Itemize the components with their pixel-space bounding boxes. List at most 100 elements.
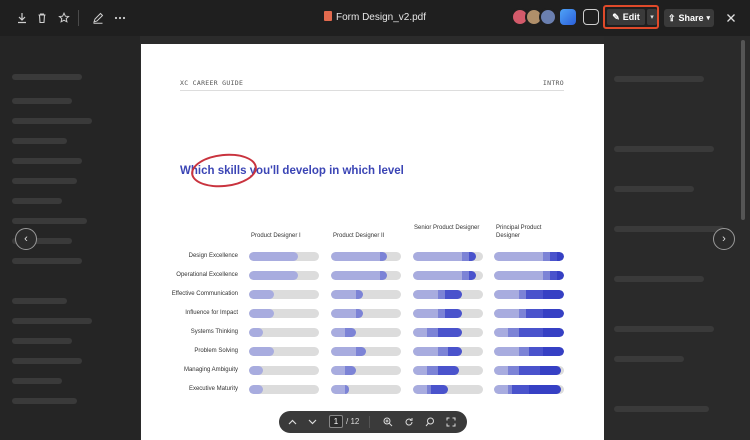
previous-page-button[interactable]: ‹: [15, 228, 37, 250]
scrollbar[interactable]: [741, 40, 745, 220]
skill-level-bar: [494, 290, 564, 299]
skill-label: Design Excellence: [188, 253, 238, 259]
level-segment: [249, 290, 274, 299]
favorite-icon[interactable]: [54, 8, 74, 28]
skill-level-bar: [249, 328, 319, 337]
close-icon[interactable]: [721, 8, 741, 28]
skill-level-bar: [249, 271, 319, 280]
level-segment: [413, 271, 462, 280]
skill-level-bar: [413, 347, 483, 356]
fullscreen-icon[interactable]: [444, 415, 458, 429]
level-segment: [543, 290, 564, 299]
level-segment: [462, 271, 469, 280]
level-segment: [543, 271, 550, 280]
skill-label: Influence for Impact: [185, 310, 238, 316]
annotate-icon[interactable]: [88, 8, 108, 28]
level-segment: [331, 309, 356, 318]
delete-icon[interactable]: [32, 8, 52, 28]
level-segment: [427, 366, 438, 375]
page-number-input[interactable]: 1: [329, 415, 343, 428]
skill-level-bar: [331, 347, 401, 356]
level-segment: [550, 252, 557, 261]
level-segment: [331, 366, 345, 375]
share-icon: ⇪: [667, 12, 676, 23]
pencil-icon: ✎: [612, 11, 620, 22]
skill-level-bar: [413, 271, 483, 280]
chevron-up-icon[interactable]: [285, 415, 299, 429]
level-segment: [427, 328, 438, 337]
skill-level-bar: [249, 252, 319, 261]
level-segment: [413, 252, 462, 261]
level-segment: [380, 252, 387, 261]
download-icon[interactable]: [12, 8, 32, 28]
skill-level-bar: [494, 385, 564, 394]
level-segment: [494, 271, 543, 280]
level-segment: [345, 328, 356, 337]
level-segment: [462, 252, 469, 261]
edit-button[interactable]: ✎ Edit: [607, 9, 645, 25]
skill-label: Systems Thinking: [190, 329, 238, 335]
annotation-circle: [189, 150, 259, 191]
level-segment: [543, 252, 550, 261]
copilot-icon[interactable]: [560, 9, 576, 25]
level-segment: [526, 309, 543, 318]
level-segment: [529, 347, 543, 356]
level-segment: [445, 309, 462, 318]
level-segment: [494, 252, 543, 261]
chevron-down-icon[interactable]: [305, 415, 319, 429]
pager-divider: [369, 416, 370, 428]
zoom-in-icon[interactable]: [381, 415, 395, 429]
level-segment: [508, 328, 519, 337]
level-segment: [519, 328, 543, 337]
share-button[interactable]: ⇪ Share ▾: [664, 9, 714, 27]
level-segment: [438, 290, 445, 299]
skill-level-bar: [413, 385, 483, 394]
level-segment: [438, 366, 459, 375]
toolbar-divider: [78, 10, 79, 26]
level-segment: [249, 385, 263, 394]
search-icon[interactable]: [423, 415, 437, 429]
level-segment: [529, 385, 561, 394]
skill-level-bar: [494, 271, 564, 280]
level-segment: [494, 328, 508, 337]
level-segment: [519, 290, 526, 299]
level-segment: [413, 366, 427, 375]
skill-level-bar: [331, 385, 401, 394]
column-header: Principal Product Designer: [496, 225, 542, 239]
level-segment: [445, 290, 462, 299]
level-segment: [413, 385, 427, 394]
column-header: Product Designer I: [251, 233, 301, 239]
level-segment: [249, 252, 298, 261]
skill-level-bar: [494, 347, 564, 356]
skill-level-bar: [413, 366, 483, 375]
file-name-text: Form Design_v2.pdf: [335, 12, 427, 23]
level-segment: [519, 347, 529, 356]
level-segment: [356, 309, 363, 318]
skill-label: Effective Communication: [171, 291, 238, 297]
rotate-icon[interactable]: [402, 415, 416, 429]
edit-options-button[interactable]: ▾: [647, 9, 657, 25]
header-right-text: INTRO: [542, 79, 564, 87]
level-segment: [331, 347, 356, 356]
level-segment: [345, 366, 356, 375]
level-segment: [249, 309, 274, 318]
level-segment: [494, 385, 508, 394]
level-segment: [431, 385, 448, 394]
next-page-button[interactable]: ›: [713, 228, 735, 250]
level-segment: [331, 252, 380, 261]
more-icon[interactable]: [110, 8, 130, 28]
level-segment: [249, 271, 298, 280]
collaborator-avatars[interactable]: [511, 8, 557, 28]
skill-level-bar: [249, 366, 319, 375]
skill-level-bar: [249, 347, 319, 356]
level-segment: [494, 347, 519, 356]
edit-highlight: ✎ Edit ▾: [603, 5, 659, 29]
level-segment: [331, 271, 380, 280]
level-segment: [543, 328, 564, 337]
avatar[interactable]: [539, 8, 557, 26]
level-segment: [331, 385, 345, 394]
level-segment: [413, 309, 438, 318]
skill-level-bar: [494, 328, 564, 337]
level-segment: [413, 347, 438, 356]
comment-icon[interactable]: [583, 9, 599, 25]
